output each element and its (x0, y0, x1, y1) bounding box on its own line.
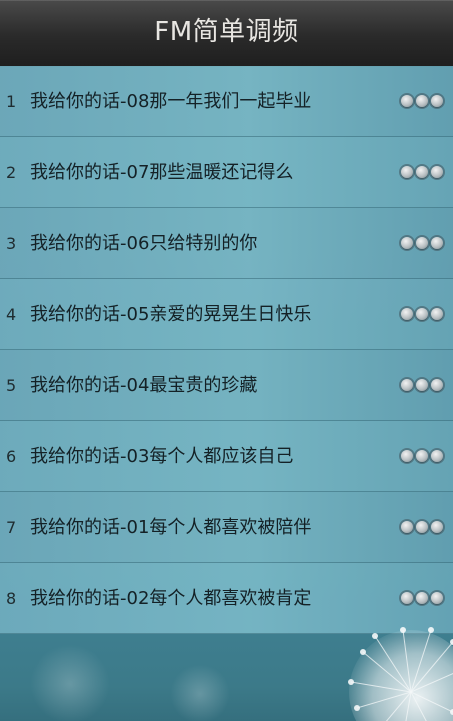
dot-icon (416, 237, 428, 249)
list-item[interactable]: 5 我给你的话-04最宝贵的珍藏 (0, 350, 453, 421)
item-number: 5 (6, 376, 17, 395)
dot-icon (416, 379, 428, 391)
dot-icon (431, 237, 443, 249)
list-item[interactable]: 7 我给你的话-01每个人都喜欢被陪伴 (0, 492, 453, 563)
item-title: 我给你的话-03每个人都应该自己 (30, 446, 294, 467)
dot-icon (401, 308, 413, 320)
item-title: 我给你的话-08那一年我们一起毕业 (30, 91, 312, 112)
list-item[interactable]: 2 我给你的话-07那些温暖还记得么 (0, 137, 453, 208)
more-dots-icon[interactable] (401, 306, 445, 322)
bokeh-light (170, 664, 230, 721)
dot-icon (431, 95, 443, 107)
item-number: 1 (6, 92, 17, 111)
dot-icon (431, 166, 443, 178)
dot-icon (416, 450, 428, 462)
dot-icon (401, 379, 413, 391)
item-title: 我给你的话-07那些温暖还记得么 (30, 162, 294, 183)
list-item[interactable]: 6 我给你的话-03每个人都应该自己 (0, 421, 453, 492)
more-dots-icon[interactable] (401, 377, 445, 393)
app-header: FM简单调频 (0, 0, 453, 66)
dot-icon (401, 237, 413, 249)
dot-icon (401, 592, 413, 604)
dot-icon (416, 521, 428, 533)
dot-icon (431, 521, 443, 533)
item-title: 我给你的话-01每个人都喜欢被陪伴 (30, 517, 312, 538)
list-item[interactable]: 1 我给你的话-08那一年我们一起毕业 (0, 66, 453, 137)
dot-icon (401, 166, 413, 178)
bokeh-light (30, 644, 110, 721)
item-number: 2 (6, 163, 17, 182)
episode-list: 1 我给你的话-08那一年我们一起毕业 2 我给你的话-07那些温暖还记得么 3… (0, 66, 453, 634)
more-dots-icon[interactable] (401, 448, 445, 464)
more-dots-icon[interactable] (401, 93, 445, 109)
dot-icon (431, 592, 443, 604)
item-number: 6 (6, 447, 17, 466)
item-number: 8 (6, 589, 17, 608)
list-item[interactable]: 4 我给你的话-05亲爱的晃晃生日快乐 (0, 279, 453, 350)
item-title: 我给你的话-04最宝贵的珍藏 (30, 375, 258, 396)
dot-icon (416, 592, 428, 604)
more-dots-icon[interactable] (401, 235, 445, 251)
item-number: 4 (6, 305, 17, 324)
dot-icon (431, 379, 443, 391)
item-title: 我给你的话-06只给特别的你 (30, 233, 258, 254)
dandelion-icon (348, 627, 453, 721)
more-dots-icon[interactable] (401, 519, 445, 535)
dot-icon (416, 95, 428, 107)
dot-icon (401, 450, 413, 462)
more-dots-icon[interactable] (401, 590, 445, 606)
item-number: 3 (6, 234, 17, 253)
page-title: FM简单调频 (154, 17, 299, 47)
dot-icon (401, 521, 413, 533)
list-item[interactable]: 3 我给你的话-06只给特别的你 (0, 208, 453, 279)
dot-icon (431, 308, 443, 320)
item-number: 7 (6, 518, 17, 537)
app: FM简单调频 1 我给你的话-08那一年我们一起毕业 2 我给你的话-07那些温… (0, 0, 453, 721)
dot-icon (431, 450, 443, 462)
dot-icon (401, 95, 413, 107)
item-title: 我给你的话-05亲爱的晃晃生日快乐 (30, 304, 312, 325)
dot-icon (416, 308, 428, 320)
item-title: 我给你的话-02每个人都喜欢被肯定 (30, 588, 312, 609)
dot-icon (416, 166, 428, 178)
more-dots-icon[interactable] (401, 164, 445, 180)
